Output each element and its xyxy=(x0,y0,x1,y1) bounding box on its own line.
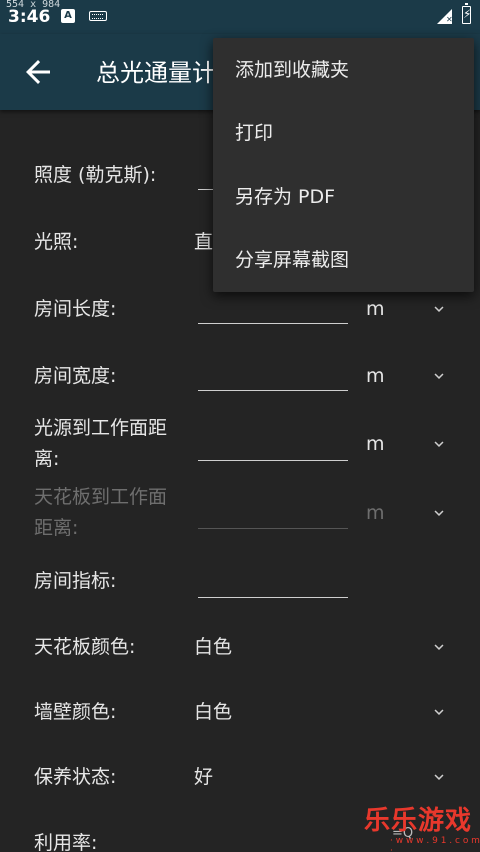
maintenance-select[interactable]: 好 xyxy=(194,762,213,792)
chevron-down-icon xyxy=(434,306,444,312)
source-distance-unit: m xyxy=(366,433,385,455)
ceiling-color-dropdown[interactable] xyxy=(430,638,448,656)
maintenance-dropdown[interactable] xyxy=(430,768,448,786)
overflow-menu: 添加到收藏夹 打印 另存为 PDF 分享屏幕截图 xyxy=(213,38,474,292)
wall-color-dropdown[interactable] xyxy=(430,703,448,721)
status-bar: 554 x 984 3:46 A ✕ ⚡ xyxy=(0,0,480,34)
chevron-down-icon xyxy=(434,441,444,447)
ceiling-distance-label-line1: 天花板到工作面 xyxy=(34,486,168,508)
chevron-down-icon xyxy=(434,774,444,780)
menu-item-save-pdf[interactable]: 另存为 PDF xyxy=(213,165,474,229)
ceiling-distance-unit-dropdown[interactable] xyxy=(430,504,448,522)
ceiling-color-label: 天花板颜色: xyxy=(34,636,136,658)
page-title: 总光通量计算 xyxy=(96,59,214,87)
room-width-unit: m xyxy=(366,365,385,387)
arrow-left-icon xyxy=(26,60,50,84)
source-distance-label-line2: 离: xyxy=(34,448,60,470)
back-button[interactable] xyxy=(20,54,56,90)
room-width-label: 房间宽度: xyxy=(34,365,117,387)
keyboard-icon xyxy=(89,11,107,21)
chevron-down-icon xyxy=(434,373,444,379)
lighting-label: 光照: xyxy=(34,231,79,253)
ceiling-distance-label-line2: 距离: xyxy=(34,517,79,539)
wall-color-select[interactable]: 白色 xyxy=(194,697,232,727)
menu-item-add-favorites[interactable]: 添加到收藏夹 xyxy=(213,38,474,102)
chevron-down-icon xyxy=(434,510,444,516)
room-width-unit-dropdown[interactable] xyxy=(430,367,448,385)
utilization-label: 利用率: xyxy=(34,832,98,852)
room-length-input[interactable] xyxy=(198,294,348,324)
menu-item-print[interactable]: 打印 xyxy=(213,101,474,165)
room-length-unit: m xyxy=(366,298,385,320)
no-signal-icon: ✕ xyxy=(446,15,453,24)
room-length-unit-dropdown[interactable] xyxy=(430,300,448,318)
illuminance-label: 照度 (勒克斯): xyxy=(34,164,157,186)
source-distance-unit-dropdown[interactable] xyxy=(430,435,448,453)
menu-item-share-screenshot[interactable]: 分享屏幕截图 xyxy=(213,228,474,292)
chevron-down-icon xyxy=(434,644,444,650)
ceiling-color-select[interactable]: 白色 xyxy=(194,632,232,662)
notification-a-icon: A xyxy=(61,9,75,23)
maintenance-label: 保养状态: xyxy=(34,766,117,788)
watermark-url: · w w w . 9 1 . c o m · xyxy=(390,836,480,852)
lighting-select[interactable]: 直 xyxy=(194,227,213,257)
source-distance-input[interactable] xyxy=(198,431,348,461)
chevron-down-icon xyxy=(434,709,444,715)
room-width-input[interactable] xyxy=(198,361,348,391)
room-index-label: 房间指标: xyxy=(34,570,117,592)
source-distance-label-line1: 光源到工作面距 xyxy=(34,417,168,439)
charging-icon: ⚡ xyxy=(463,7,472,21)
watermark-logo: 乐乐游戏 xyxy=(364,806,473,836)
wall-color-label: 墙壁颜色: xyxy=(34,701,117,723)
ceiling-distance-unit: m xyxy=(366,502,385,524)
ceiling-distance-input xyxy=(198,499,348,529)
room-index-output xyxy=(198,568,348,598)
room-length-label: 房间长度: xyxy=(34,298,117,320)
status-time: 3:46 xyxy=(8,7,51,27)
